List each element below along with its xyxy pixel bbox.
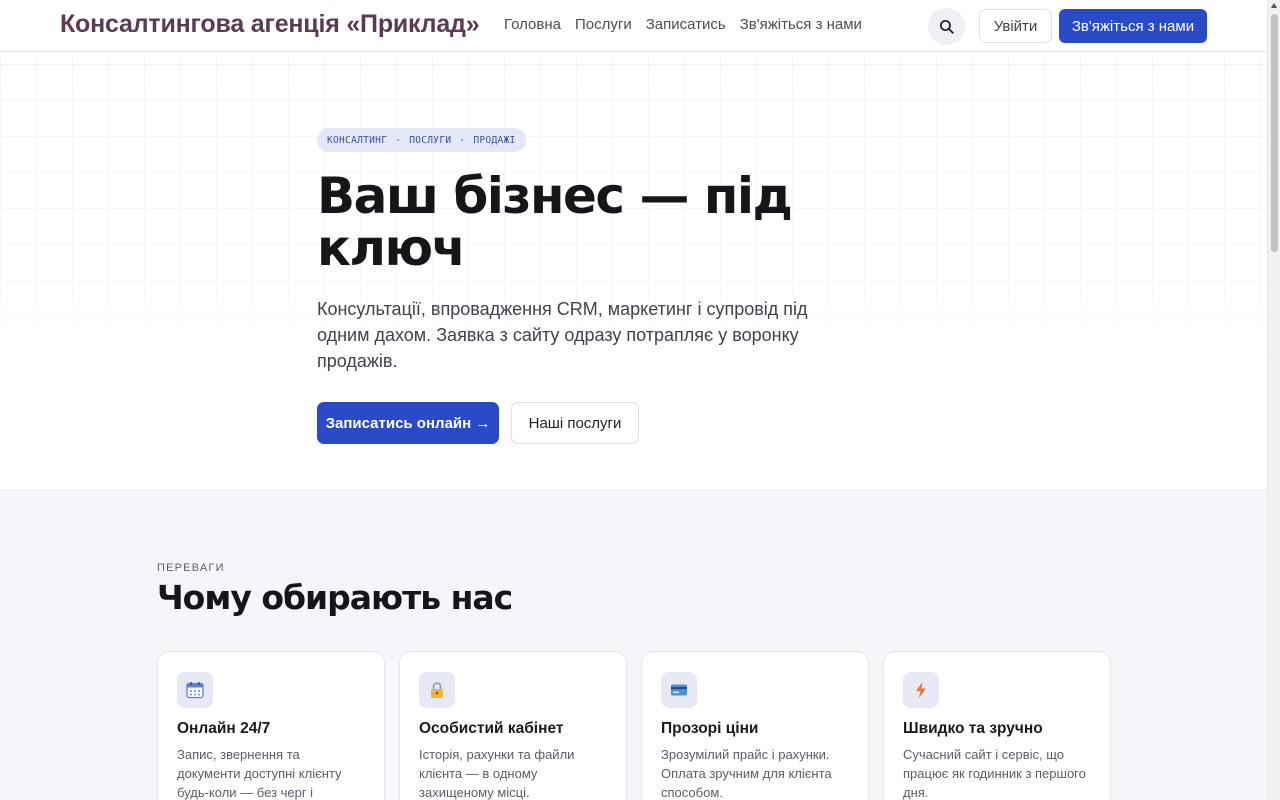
- credit-card-icon: [661, 672, 697, 708]
- hero-subtitle: Консультації, впровадження CRM, маркетин…: [317, 299, 808, 371]
- nav-link-booking[interactable]: Записатись: [646, 16, 726, 33]
- feature-text: Зрозумілий прайс і рахунки. Оплата зручн…: [661, 747, 832, 800]
- hero-tag: ПОСЛУГИ: [409, 134, 452, 146]
- feature-text: Сучасний сайт і сервіс, що працює як год…: [903, 747, 1086, 800]
- hero-tags: КОНСАЛТИНГ · ПОСЛУГИ · ПРОДАЖІ: [317, 128, 526, 152]
- feature-cards: Онлайн 24/7 Запис, звернення та документ…: [157, 651, 1111, 800]
- nav-link-contact[interactable]: Зв'яжіться з нами: [740, 16, 862, 33]
- feature-card: Швидко та зручно Сучасний сайт і сервіс,…: [883, 651, 1111, 800]
- scroll-thumb[interactable]: [1271, 14, 1278, 252]
- scroll-up-arrow-icon[interactable]: [1271, 3, 1277, 8]
- search-button[interactable]: [928, 8, 965, 45]
- hero-actions: Записатись онлайн → Наші послуги: [317, 402, 877, 444]
- tag-separator: ·: [459, 134, 466, 146]
- page-scrollbar[interactable]: [1267, 0, 1280, 800]
- section-title: Чому обирають нас: [157, 578, 513, 617]
- feature-text: Історія, рахунки та файли клієнта — в од…: [419, 747, 575, 800]
- feature-card: Прозорі ціни Зрозумілий прайс і рахунки.…: [641, 651, 869, 800]
- feature-title: Онлайн 24/7: [177, 720, 271, 737]
- hero-tag: ПРОДАЖІ: [473, 134, 516, 146]
- hero-section: КОНСАЛТИНГ · ПОСЛУГИ · ПРОДАЖІ Ваш бізне…: [0, 52, 1267, 491]
- nav-link-home[interactable]: Головна: [504, 16, 561, 33]
- contact-button[interactable]: Зв'яжіться з нами: [1059, 9, 1207, 43]
- feature-title: Особистий кабінет: [419, 720, 564, 737]
- hero-tag: КОНСАЛТИНГ: [327, 134, 388, 146]
- main-nav: Головна Послуги Записатись Зв'яжіться з …: [504, 16, 862, 33]
- book-online-button[interactable]: Записатись онлайн →: [317, 402, 499, 444]
- site-header: Консалтингова агенція «Приклад» Головна …: [0, 0, 1267, 52]
- section-eyebrow: ПЕРЕВАГИ: [157, 562, 225, 574]
- feature-text: Запис, звернення та документи доступні к…: [177, 747, 342, 800]
- login-button[interactable]: Увійти: [979, 9, 1052, 43]
- feature-card: Особистий кабінет Історія, рахунки та фа…: [399, 651, 627, 800]
- tag-separator: ·: [395, 134, 402, 146]
- hero-content: КОНСАЛТИНГ · ПОСЛУГИ · ПРОДАЖІ Ваш бізне…: [317, 128, 877, 444]
- lightning-icon: [903, 672, 939, 708]
- feature-title: Швидко та зручно: [903, 720, 1043, 737]
- hero-title: Ваш бізнес — під ключ: [317, 167, 793, 277]
- feature-card: Онлайн 24/7 Запис, звернення та документ…: [157, 651, 385, 800]
- nav-link-services[interactable]: Послуги: [575, 16, 632, 33]
- lock-icon: [419, 672, 455, 708]
- feature-title: Прозорі ціни: [661, 720, 759, 737]
- features-section: ПЕРЕВАГИ Чому обирають нас Онлайн 24/7 З…: [0, 492, 1267, 800]
- brand-logo[interactable]: Консалтингова агенція «Приклад»: [60, 10, 480, 39]
- our-services-button[interactable]: Наші послуги: [511, 402, 639, 444]
- search-icon: [939, 19, 954, 34]
- calendar-icon: [177, 672, 213, 708]
